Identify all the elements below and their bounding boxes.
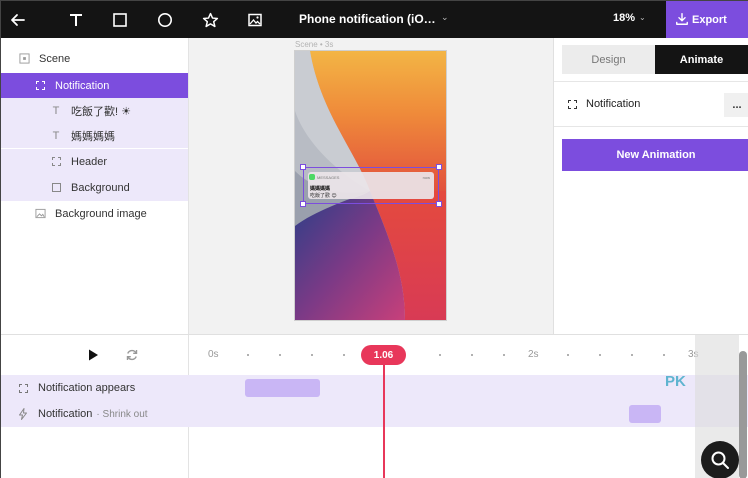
rectangle-tool-icon[interactable] <box>109 9 131 31</box>
group-icon <box>17 383 29 393</box>
animation-clip[interactable] <box>245 379 321 397</box>
time-ruler[interactable]: 0s 2s 3s <box>189 335 748 375</box>
chevron-down-icon[interactable]: ⌄ <box>441 12 449 23</box>
text-icon: T <box>52 104 60 117</box>
layer-header[interactable]: Header <box>1 149 188 174</box>
playback-controls <box>1 335 189 375</box>
lightning-icon <box>17 408 29 420</box>
divider <box>554 126 748 127</box>
back-arrow-icon[interactable] <box>7 9 29 31</box>
text-tool-icon[interactable] <box>65 9 87 31</box>
tick-dot <box>663 354 665 356</box>
notification-selection[interactable]: MESSAGES now 媽媽媽媽 吃飯了歡 😊 <box>300 164 442 207</box>
layer-label: Header <box>71 155 108 168</box>
tick-label-0s: 0s <box>208 349 219 360</box>
group-icon <box>33 79 47 93</box>
notification-title: 媽媽媽媽 <box>310 186 331 192</box>
export-button[interactable]: Export <box>666 1 748 38</box>
properties-panel: Design Animate Notification ... New Anim… <box>553 38 748 334</box>
selected-element[interactable]: Notification <box>568 98 640 110</box>
export-label: Export <box>692 13 727 26</box>
track-sublabel: · Shrink out <box>96 408 148 420</box>
image-icon <box>33 207 47 221</box>
group-icon <box>49 155 63 169</box>
tick-dot <box>343 354 345 356</box>
layer-background-image[interactable]: Background image <box>1 201 188 226</box>
tick-dot <box>503 354 505 356</box>
tick-dot <box>247 354 249 356</box>
resize-handle-bottom-right[interactable] <box>436 201 442 207</box>
download-icon <box>676 13 688 25</box>
track-label: Notification <box>38 408 93 420</box>
scene-icon <box>17 52 31 66</box>
tab-design[interactable]: Design <box>562 45 655 74</box>
box-icon <box>49 181 63 195</box>
layer-label: Background image <box>55 207 147 220</box>
document-title[interactable]: Phone notification (iO… <box>299 12 436 26</box>
timeline-panel: 0s 2s 3s Notification appears Notificati… <box>1 334 748 478</box>
tick-dot <box>471 354 473 356</box>
layer-label: Scene <box>39 52 71 65</box>
playhead-time[interactable]: 1.06 <box>361 345 406 365</box>
text-icon: T <box>52 129 60 142</box>
tick-dot <box>631 354 633 356</box>
layer-label: 吃飯了歡! ☀ <box>71 105 131 118</box>
divider <box>554 81 748 82</box>
tick-dot <box>311 354 313 356</box>
more-options-icon[interactable]: ... <box>724 93 748 117</box>
layer-label: 媽媽媽媽 <box>71 130 115 143</box>
track-notification-appears[interactable]: Notification appears <box>1 375 189 401</box>
tab-animate[interactable]: Animate <box>655 45 748 74</box>
zoom-chevron-down-icon[interactable]: ⌄ <box>639 13 646 22</box>
new-animation-button[interactable]: New Animation <box>562 139 748 171</box>
tick-dot <box>599 354 601 356</box>
scene-label: Scene • 3s <box>295 40 334 49</box>
resize-handle-top-right[interactable] <box>436 164 442 170</box>
ellipse-tool-icon[interactable] <box>154 9 176 31</box>
resize-handle-top-left[interactable] <box>300 164 306 170</box>
animation-clip[interactable] <box>629 405 661 423</box>
layer-text-message[interactable]: T 吃飯了歡! ☀ <box>1 98 188 123</box>
notification-app-name: MESSAGES <box>317 175 340 180</box>
play-icon[interactable] <box>86 348 100 362</box>
layers-panel: Scene Notification T 吃飯了歡! ☀ T 媽媽媽媽 Head… <box>1 38 189 334</box>
notification-body: 吃飯了歡 😊 <box>310 193 337 199</box>
layer-label: Notification <box>55 79 110 92</box>
messages-icon <box>309 174 315 180</box>
notification-time: now <box>422 175 430 180</box>
track-label: Notification appears <box>38 382 136 394</box>
top-toolbar: Phone notification (iO… ⌄ 18% ⌄ Export <box>1 1 748 38</box>
canvas-area[interactable]: Scene • 3s MESSAGES now 媽媽媽媽 吃飯了歡 😊 <box>189 38 553 334</box>
tick-label-2s: 2s <box>528 349 539 360</box>
layer-notification[interactable]: Notification <box>1 73 188 98</box>
tick-dot <box>439 354 441 356</box>
layer-label: Background <box>71 181 130 194</box>
resize-handle-bottom-left[interactable] <box>300 201 306 207</box>
search-icon[interactable] <box>701 441 739 478</box>
playhead-line[interactable] <box>383 355 385 478</box>
group-icon <box>568 99 577 109</box>
timeline-scrollbar[interactable] <box>739 351 747 478</box>
layer-scene[interactable]: Scene <box>1 46 188 71</box>
tick-dot <box>567 354 569 356</box>
layer-text-sender[interactable]: T 媽媽媽媽 <box>1 123 188 148</box>
zoom-level[interactable]: 18% <box>613 12 635 24</box>
image-tool-icon[interactable] <box>244 9 266 31</box>
notification-card: MESSAGES now 媽媽媽媽 吃飯了歡 😊 <box>308 172 434 199</box>
tick-dot <box>279 354 281 356</box>
track-notification-shrink-out[interactable]: Notification · Shrink out <box>1 401 189 427</box>
watermark-logo: PK <box>665 373 686 390</box>
loop-icon[interactable] <box>125 348 139 362</box>
selected-element-label: Notification <box>586 98 641 110</box>
layer-background[interactable]: Background <box>1 174 188 201</box>
star-tool-icon[interactable] <box>199 9 221 31</box>
